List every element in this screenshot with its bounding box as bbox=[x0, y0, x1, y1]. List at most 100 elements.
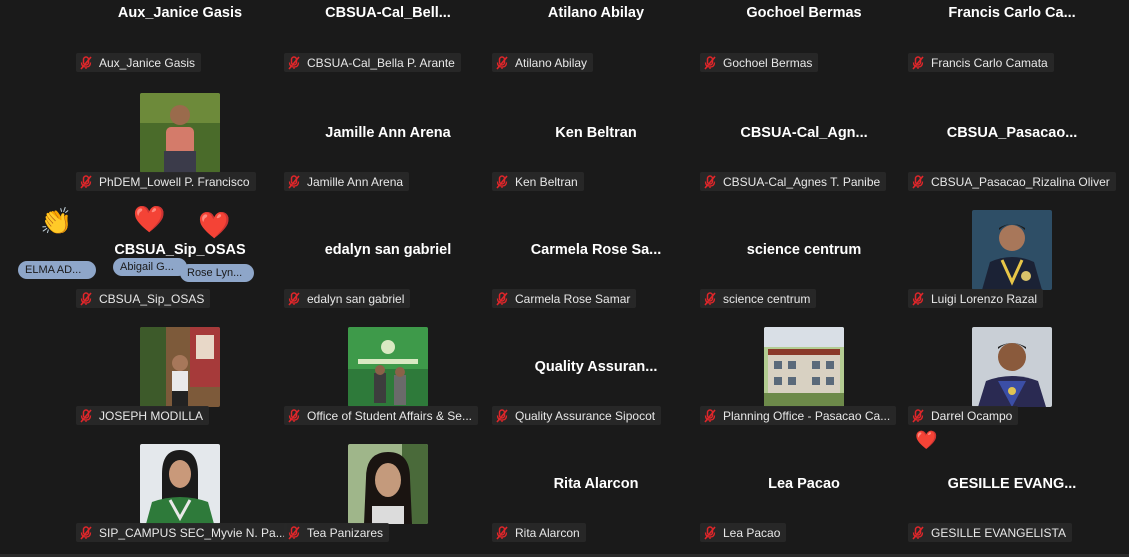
nametag-label: Aux_Janice Gasis bbox=[99, 55, 196, 70]
participant-nametag: CBSUA-Cal_Bella P. Arante bbox=[284, 53, 461, 72]
participant-nametag: Francis Carlo Camata bbox=[908, 53, 1054, 72]
graduate-woman-photo bbox=[140, 443, 220, 524]
participant-nametag: Jamille Ann Arena bbox=[284, 172, 410, 191]
muted-mic-icon bbox=[288, 525, 300, 540]
participant-tile[interactable]: Tea Panizares bbox=[284, 434, 492, 542]
participant-nametag: Atilano Abilay bbox=[492, 53, 594, 72]
muted-mic-icon bbox=[496, 525, 508, 540]
muted-mic-icon bbox=[704, 55, 716, 70]
participant-tile[interactable]: Darrel Ocampo bbox=[908, 317, 1116, 425]
muted-mic-icon bbox=[704, 291, 716, 306]
participant-tile[interactable]: JOSEPH MODILLA bbox=[76, 317, 284, 425]
participant-nametag: SIP_CAMPUS SEC_Myvie N. Pa... bbox=[76, 523, 287, 542]
participant-display-name: Atilano Abilay bbox=[547, 5, 645, 21]
participant-tile[interactable]: science centrum science centrum bbox=[700, 200, 908, 308]
muted-mic-icon bbox=[912, 291, 924, 306]
participant-tile[interactable]: Rita Alarcon Rita Alarcon bbox=[492, 434, 700, 542]
nametag-label: Carmela Rose Samar bbox=[515, 291, 631, 306]
muted-mic-icon bbox=[496, 55, 508, 70]
reaction-name-elma: ELMA AD... bbox=[18, 261, 96, 279]
nametag-label: CBSUA-Cal_Agnes T. Panibe bbox=[723, 174, 881, 189]
muted-mic-icon bbox=[704, 408, 716, 423]
participant-tile[interactable]: Gochoel Bermas Gochoel Bermas bbox=[700, 0, 908, 72]
muted-mic-icon bbox=[80, 525, 92, 540]
woman-selfie-photo bbox=[348, 443, 428, 524]
muted-mic-icon bbox=[496, 174, 508, 189]
participant-nametag: edalyn san gabriel bbox=[284, 289, 411, 308]
muted-mic-icon bbox=[288, 291, 300, 306]
participant-nametag: Luigi Lorenzo Razal bbox=[908, 289, 1044, 308]
nametag-label: Planning Office - Pasacao Ca... bbox=[723, 408, 891, 423]
participant-display-name: science centrum bbox=[746, 241, 862, 258]
participant-display-name: Carmela Rose Sa... bbox=[530, 241, 662, 258]
participant-tile[interactable]: GESILLE EVANG... GESILLE EVANGELISTA bbox=[908, 434, 1116, 542]
participant-display-name: Jamille Ann Arena bbox=[325, 124, 451, 141]
muted-mic-icon bbox=[288, 55, 300, 70]
participant-nametag: Ken Beltran bbox=[492, 172, 584, 191]
nametag-label: CBSUA_Sip_OSAS bbox=[99, 291, 205, 306]
participant-nametag: PhDEM_Lowell P. Francisco bbox=[76, 172, 256, 191]
nametag-label: GESILLE EVANGELISTA bbox=[931, 525, 1066, 540]
muted-mic-icon bbox=[912, 55, 924, 70]
participant-tile[interactable]: CBSUA-Cal_Bell... CBSUA-Cal_Bella P. Aran… bbox=[284, 0, 492, 72]
nametag-label: Office of Student Affairs & Se... bbox=[307, 408, 472, 423]
participant-nametag: Tea Panizares bbox=[284, 523, 390, 542]
muted-mic-icon bbox=[496, 291, 508, 306]
clap-reaction: 👏 bbox=[40, 206, 73, 236]
participant-tile[interactable]: Francis Carlo Ca... Francis Carlo Camata bbox=[908, 0, 1116, 72]
muted-mic-icon bbox=[80, 408, 92, 423]
reaction-name-rose: Rose Lyn... bbox=[180, 264, 254, 282]
nametag-label: JOSEPH MODILLA bbox=[99, 408, 204, 423]
participant-display-name: Ken Beltran bbox=[555, 124, 637, 141]
muted-mic-icon bbox=[288, 408, 300, 423]
participant-nametag: Rita Alarcon bbox=[492, 523, 586, 542]
participant-display-name: Gochoel Bermas bbox=[746, 5, 862, 21]
nametag-label: Jamille Ann Arena bbox=[307, 174, 404, 189]
man-booth-photo bbox=[140, 326, 220, 407]
participant-display-name: edalyn san gabriel bbox=[324, 241, 452, 258]
participant-nametag: Planning Office - Pasacao Ca... bbox=[700, 406, 897, 425]
graduate-man-photo bbox=[972, 209, 1052, 290]
participant-tile[interactable]: Planning Office - Pasacao Ca... bbox=[700, 317, 908, 425]
participant-tile[interactable]: SIP_CAMPUS SEC_Myvie N. Pa... bbox=[76, 434, 287, 542]
participant-tile[interactable]: Atilano Abilay Atilano Abilay bbox=[492, 0, 700, 72]
participant-tile[interactable]: Office of Student Affairs & Se... bbox=[284, 317, 492, 425]
participant-tile[interactable]: CBSUA-Cal_Agn... CBSUA-Cal_Agnes T. Panib… bbox=[700, 83, 908, 191]
participant-tile[interactable]: Ken Beltran Ken Beltran bbox=[492, 83, 700, 191]
participant-nametag: Office of Student Affairs & Se... bbox=[284, 406, 478, 425]
participant-tile[interactable]: Quality Assuran... Quality Assurance Sipo… bbox=[492, 317, 700, 425]
participant-tile[interactable]: Lea Pacao Lea Pacao bbox=[700, 434, 908, 542]
participant-tile[interactable]: Carmela Rose Sa... Carmela Rose Samar bbox=[492, 200, 700, 308]
muted-mic-icon bbox=[496, 408, 508, 423]
participant-display-name: Francis Carlo Ca... bbox=[948, 5, 1076, 21]
participant-nametag: Gochoel Bermas bbox=[700, 53, 819, 72]
participant-display-name: CBSUA_Pasacao... bbox=[946, 124, 1078, 141]
banner-photo bbox=[348, 326, 428, 407]
muted-mic-icon bbox=[704, 525, 716, 540]
nametag-label: Quality Assurance Sipocot bbox=[515, 408, 656, 423]
participant-tile[interactable]: CBSUA_Sip_OSAS CBSUA_Sip_OSAS bbox=[76, 200, 284, 308]
participant-tile[interactable]: Luigi Lorenzo Razal bbox=[908, 200, 1116, 308]
nametag-label: Atilano Abilay bbox=[515, 55, 588, 70]
participant-display-name: Quality Assuran... bbox=[534, 358, 658, 375]
participant-nametag: GESILLE EVANGELISTA bbox=[908, 523, 1072, 542]
muted-mic-icon bbox=[704, 174, 716, 189]
heart-reaction: ❤️ bbox=[915, 430, 938, 450]
participant-tile[interactable]: Aux_Janice Gasis Aux_Janice Gasis bbox=[76, 0, 284, 72]
nametag-label: Francis Carlo Camata bbox=[931, 55, 1048, 70]
nametag-label: Darrel Ocampo bbox=[931, 408, 1013, 423]
participant-tile[interactable]: Jamille Ann Arena Jamille Ann Arena bbox=[284, 83, 492, 191]
participant-nametag: CBSUA_Pasacao_Rizalina Oliver bbox=[908, 172, 1116, 191]
nametag-label: Luigi Lorenzo Razal bbox=[931, 291, 1038, 306]
nametag-label: Ken Beltran bbox=[515, 174, 578, 189]
participant-nametag: CBSUA-Cal_Agnes T. Panibe bbox=[700, 172, 887, 191]
muted-mic-icon bbox=[912, 525, 924, 540]
participant-tile[interactable]: CBSUA_Pasacao... CBSUA_Pasacao_Rizalina O… bbox=[908, 83, 1116, 191]
heart-reaction: ❤️ bbox=[198, 210, 231, 240]
participant-nametag: CBSUA_Sip_OSAS bbox=[76, 289, 211, 308]
participant-display-name: GESILLE EVANG... bbox=[947, 475, 1077, 492]
nametag-label: SIP_CAMPUS SEC_Myvie N. Pa... bbox=[99, 525, 286, 540]
participant-nametag: Darrel Ocampo bbox=[908, 406, 1019, 425]
participant-tile[interactable]: PhDEM_Lowell P. Francisco bbox=[76, 83, 284, 191]
participant-tile[interactable]: edalyn san gabriel edalyn san gabriel bbox=[284, 200, 492, 308]
